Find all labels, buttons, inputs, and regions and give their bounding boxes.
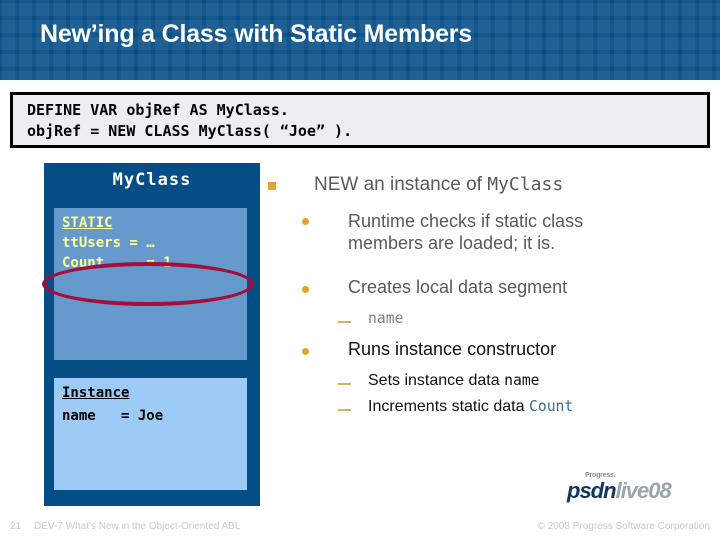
subbullet-sets-instance-data: Sets instance data name: [262, 372, 712, 394]
footer-page-number: 21: [10, 521, 22, 532]
dash-bullet-icon: [338, 321, 351, 323]
subbullet-sets-instance-data-text: Sets instance data name: [368, 372, 540, 390]
subbullet-sets-label: Sets instance data: [368, 372, 505, 389]
static-panel-line-2: Count = 1: [62, 255, 172, 271]
bullet-creates-segment-text: Creates local data segment: [348, 277, 568, 297]
slide-canvas: New’ing a Class with Static Members DEFI…: [0, 0, 720, 540]
instance-panel-heading: Instance: [62, 385, 130, 401]
dot-bullet-icon: [302, 286, 309, 293]
static-panel-line-1: ttUsers = …: [62, 235, 155, 251]
slide-header: New’ing a Class with Static Members: [0, 0, 720, 80]
subbullet-name: name: [262, 310, 712, 332]
footer-title: DEV-7 What's New in the Object-Oriented …: [34, 521, 241, 532]
bullet-runs-constructor-text: Runs instance constructor: [348, 339, 557, 359]
bullet-level1-label: NEW an instance of: [314, 174, 488, 195]
code-line-2: objRef = NEW CLASS MyClass( “Joe” ).: [27, 122, 353, 140]
code-line-1: DEFINE VAR objRef AS MyClass.: [27, 101, 289, 119]
bullet-runs-constructor: Runs instance constructor: [262, 339, 712, 366]
subbullet-increments-label: Increments static data: [368, 398, 529, 415]
bullet-level1-text: NEW an instance of MyClass: [314, 174, 563, 196]
subbullet-name-text: name: [368, 310, 403, 328]
class-diagram: MyClass STATIC ttUsers = … Count = 1 Ins…: [44, 163, 260, 506]
bullet-runtime-checks-text: Runtime checks if static class members a…: [348, 211, 584, 253]
subbullet-sets-code: name: [504, 372, 540, 389]
psdnlive-wordmark: psdnlive08: [567, 478, 672, 504]
bullet-level1-code: MyClass: [487, 174, 564, 195]
page-title: New’ing a Class with Static Members: [40, 20, 473, 48]
dot-bullet-icon: [302, 348, 309, 355]
dash-bullet-icon: [338, 383, 351, 385]
logo-psdn-text: psdn: [567, 478, 617, 503]
square-bullet-icon: [268, 182, 276, 190]
instance-panel-line-1: name = Joe: [62, 408, 164, 424]
dash-bullet-icon: [338, 409, 351, 411]
class-diagram-title: MyClass: [112, 170, 192, 190]
subbullet-increments-static-data: Increments static data Count: [262, 398, 712, 420]
subbullet-increments-static-data-text: Increments static data Count: [368, 398, 573, 416]
static-panel-heading: STATIC: [62, 215, 113, 231]
bullet-runtime-checks: Runtime checks if static class members a…: [262, 210, 712, 260]
bullet-level1: NEW an instance of MyClass: [262, 170, 712, 200]
dot-bullet-icon: [302, 218, 309, 225]
instance-members-panel: Instance name = Joe: [54, 378, 247, 490]
logo-live-text: live08: [615, 478, 672, 503]
psdnlive-logo: Progress. psdnlive08: [567, 472, 692, 504]
footer-copyright: © 2008 Progress Software Corporation: [537, 521, 710, 532]
content-bullets: NEW an instance of MyClass Runtime check…: [262, 160, 712, 460]
code-block: DEFINE VAR objRef AS MyClass. objRef = N…: [10, 92, 710, 148]
static-members-panel: STATIC ttUsers = … Count = 1: [54, 208, 247, 360]
bullet-creates-segment: Creates local data segment: [262, 277, 712, 304]
subbullet-name-code: name: [368, 310, 404, 327]
subbullet-increments-code: Count: [528, 398, 574, 415]
